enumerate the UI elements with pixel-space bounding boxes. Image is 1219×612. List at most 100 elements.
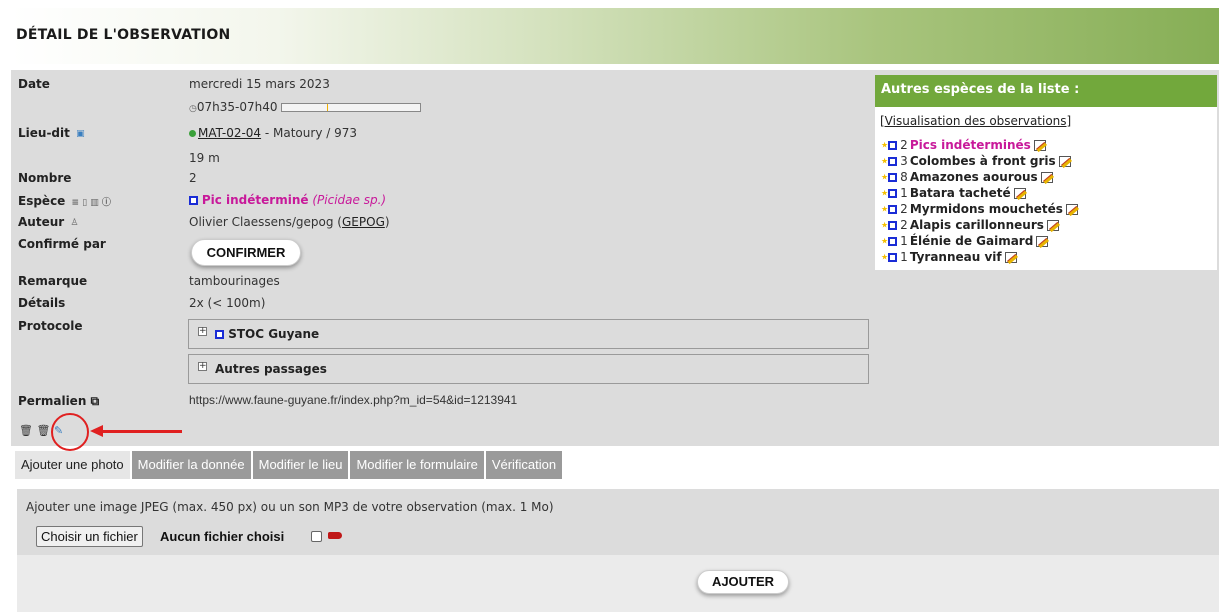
confirm-button[interactable]: CONFIRMER [191,239,301,266]
species-square-icon [888,237,898,246]
species-list-item[interactable]: ★ 8 Amazones aourous [881,169,1078,185]
species-list: ★ 2 Pics indéterminés ★ 3 Colombes à front gr… [881,137,1078,265]
star-icon: ★ [881,172,889,182]
species-name[interactable]: Élénie de Gaimard [910,234,1034,248]
species-name[interactable]: Colombes à front gris [910,154,1056,168]
author-label-row: Auteur ♙ [18,215,78,229]
add-photo-panel: Ajouter une image JPEG (max. 450 px) ou … [17,489,1219,612]
time-bar [281,103,422,112]
tab-modifier-le-formulaire[interactable]: Modifier le formulaire [350,451,484,479]
other-species-sidebar: Autres espèces de la liste : [Visualisat… [874,74,1218,271]
species-name[interactable]: Tyranneau vif [910,250,1002,264]
species-list-item[interactable]: ★ 1 Batara tacheté [881,185,1078,201]
species-count: 1 [900,234,908,248]
star-icon: ★ [881,252,889,262]
edit-icon[interactable] [1036,236,1049,247]
protocol-other-box[interactable]: + Autres passages [188,354,869,384]
protocol-1-text: STOC Guyane [228,327,320,341]
tab-v-rification[interactable]: Vérification [485,451,563,479]
choose-file-button[interactable]: Choisir un fichier [36,526,143,547]
permalink-value[interactable]: https://www.faune-guyane.fr/index.php?m_… [189,393,517,407]
species-square-icon [888,205,898,214]
author-org-link[interactable]: GEPOG [342,215,385,229]
permalink-label: Permalien [18,394,87,408]
place-code-link[interactable]: MAT-02-04 [198,126,261,140]
author-close: ) [384,215,390,229]
species-label-row: Espèce ≡ ▯ ▥ ⓘ [18,194,111,208]
species-name[interactable]: Myrmidons mouchetés [910,202,1063,216]
add-button[interactable]: AJOUTER [697,570,789,594]
species-name[interactable]: Pic indéterminé [202,193,309,207]
protocol-stoc: STOC Guyane [215,327,319,341]
count-value: 2 [189,171,197,185]
page-header: DÉTAIL DE L'OBSERVATION [11,8,1219,64]
action-tabs: Ajouter une photo Modifier la donnée Modif… [15,451,564,479]
species-list-item[interactable]: ★ 2 Myrmidons mouchetés [881,201,1078,217]
species-latin: (Picidae sp.) [312,193,387,207]
details-value: 2x (< 100m) [189,296,266,310]
star-icon: ★ [881,204,889,214]
edit-icon[interactable] [1046,220,1059,231]
external-link-icon[interactable]: ⧉ [91,394,100,408]
edit-icon[interactable] [1040,172,1053,183]
tab-modifier-la-donn-e[interactable]: Modifier la donnée [131,451,251,479]
details-label: Détails [18,296,66,310]
map-icon[interactable]: ▣ [76,129,85,139]
species-count: 1 [900,186,908,200]
species-square-icon [888,157,898,166]
altitude-value: 19 m [189,151,220,165]
star-icon: ★ [881,156,889,166]
count-label: Nombre [18,171,72,185]
edit-icon[interactable] [1065,204,1078,215]
place-rest: - Matoury / 973 [261,126,357,140]
species-list-item[interactable]: ★ 2 Alapis carillonneurs [881,217,1078,233]
species-square-icon [888,221,898,230]
user-icon[interactable]: ♙ [70,218,78,228]
species-name[interactable]: Amazones aourous [910,170,1038,184]
place-label-row: Lieu-dit ▣ [18,126,85,140]
place-label: Lieu-dit [18,126,70,140]
protocol-square-icon [215,330,224,339]
species-list-item[interactable]: ★ 2 Pics indéterminés [881,137,1078,153]
species-name[interactable]: Batara tacheté [910,186,1011,200]
author-name: Olivier Claessens/gepog ( [189,215,342,229]
info-icon[interactable]: ≡ ▯ ▥ ⓘ [72,195,111,208]
upload-instruction: Ajouter une image JPEG (max. 450 px) ou … [26,500,554,514]
tab-ajouter-une-photo[interactable]: Ajouter une photo [15,451,130,479]
protocol-stoc-box[interactable]: + STOC Guyane [188,319,869,349]
edit-icon[interactable] [1033,140,1046,151]
expand-icon[interactable]: + [198,327,207,336]
species-count: 8 [900,170,908,184]
species-name[interactable]: Pics indéterminés [910,138,1031,152]
species-count: 2 [900,138,908,152]
species-name[interactable]: Alapis carillonneurs [910,218,1044,232]
star-icon: ★ [881,236,889,246]
species-value: Pic indéterminé (Picidae sp.) [189,193,386,207]
species-count: 2 [900,202,908,216]
sound-checkbox[interactable] [311,531,322,542]
species-list-item[interactable]: ★ 1 Tyranneau vif [881,249,1078,265]
species-square-icon [888,141,898,150]
expand-icon[interactable]: + [198,362,207,371]
edit-icon[interactable] [1004,252,1017,263]
protocol-label: Protocole [18,319,83,333]
species-count: 2 [900,218,908,232]
time-value: 07h35-07h40 [196,100,278,114]
author-value: Olivier Claessens/gepog (GEPOG) [189,215,390,229]
species-list-item[interactable]: ★ 1 Élénie de Gaimard [881,233,1078,249]
species-label: Espèce [18,194,66,208]
species-count: 3 [900,154,908,168]
species-list-item[interactable]: ★ 3 Colombes à front gris [881,153,1078,169]
view-observations-link[interactable]: [Visualisation des observations] [880,114,1071,128]
edit-icon[interactable] [1058,156,1071,167]
trash-alt-icon[interactable]: 🗑 [36,424,50,437]
author-label: Auteur [18,215,65,229]
file-status: Aucun fichier choisi [160,529,285,544]
remark-label: Remarque [18,274,88,288]
trash-icon[interactable]: 🗑 [19,424,33,437]
place-value: MAT-02-04 - Matoury / 973 [189,126,357,140]
annotation-circle [51,413,89,451]
edit-icon[interactable] [1013,188,1026,199]
tab-modifier-le-lieu[interactable]: Modifier le lieu [252,451,349,479]
species-square-icon [888,189,898,198]
